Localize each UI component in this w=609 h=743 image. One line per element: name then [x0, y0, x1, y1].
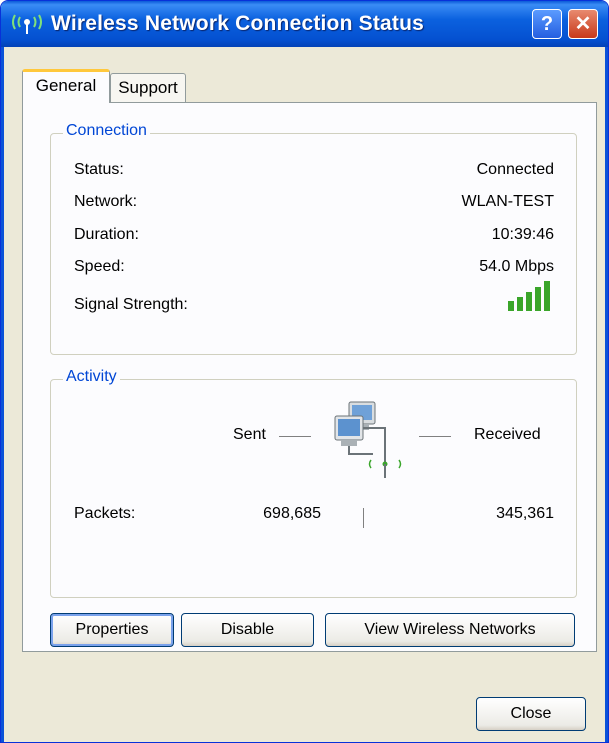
packets-divider: [363, 508, 364, 528]
status-dialog: Wireless Network Connection Status ? ✕ G…: [0, 0, 609, 743]
received-line: [419, 436, 451, 437]
sent-line: [279, 436, 311, 437]
duration-value: 10:39:46: [491, 226, 554, 243]
speed-value: 54.0 Mbps: [479, 258, 554, 275]
packets-label: Packets:: [74, 505, 136, 522]
title-close-button[interactable]: ✕: [568, 9, 598, 39]
sent-label: Sent: [233, 426, 266, 443]
window-title: Wireless Network Connection Status: [51, 12, 425, 35]
activity-legend: Activity: [63, 368, 120, 386]
status-value: Connected: [476, 161, 554, 178]
title-bar[interactable]: Wireless Network Connection Status ? ✕: [1, 1, 608, 47]
network-label: Network:: [74, 193, 138, 210]
dialog-body: General Support Connection Status: Conne…: [1, 47, 608, 742]
packets-sent-value: 698,685: [263, 505, 321, 522]
connection-legend: Connection: [63, 122, 150, 140]
view-wireless-networks-button[interactable]: View Wireless Networks: [325, 613, 575, 647]
activity-group: Activity Sent Received Packets: 698,685 …: [50, 368, 577, 598]
disable-button[interactable]: Disable: [181, 613, 314, 647]
tab-support[interactable]: Support: [110, 73, 186, 103]
network-value: WLAN-TEST: [461, 193, 554, 210]
wireless-network-icon: [12, 14, 42, 34]
properties-button[interactable]: Properties: [50, 613, 174, 647]
duration-label: Duration:: [74, 226, 139, 243]
speed-label: Speed:: [74, 258, 125, 275]
tab-general[interactable]: General: [22, 69, 110, 103]
packets-received-value: 345,361: [496, 505, 554, 522]
general-tab-panel: Connection Status: Connected Network: WL…: [22, 102, 597, 652]
signal-strength-label: Signal Strength:: [74, 296, 188, 313]
close-button[interactable]: Close: [476, 697, 586, 731]
network-computers-icon: [334, 401, 402, 478]
signal-strength-icon: [508, 281, 550, 311]
status-label: Status:: [74, 161, 124, 178]
received-label: Received: [474, 426, 541, 443]
connection-group: Connection Status: Connected Network: WL…: [50, 122, 577, 355]
help-button[interactable]: ?: [532, 9, 562, 39]
